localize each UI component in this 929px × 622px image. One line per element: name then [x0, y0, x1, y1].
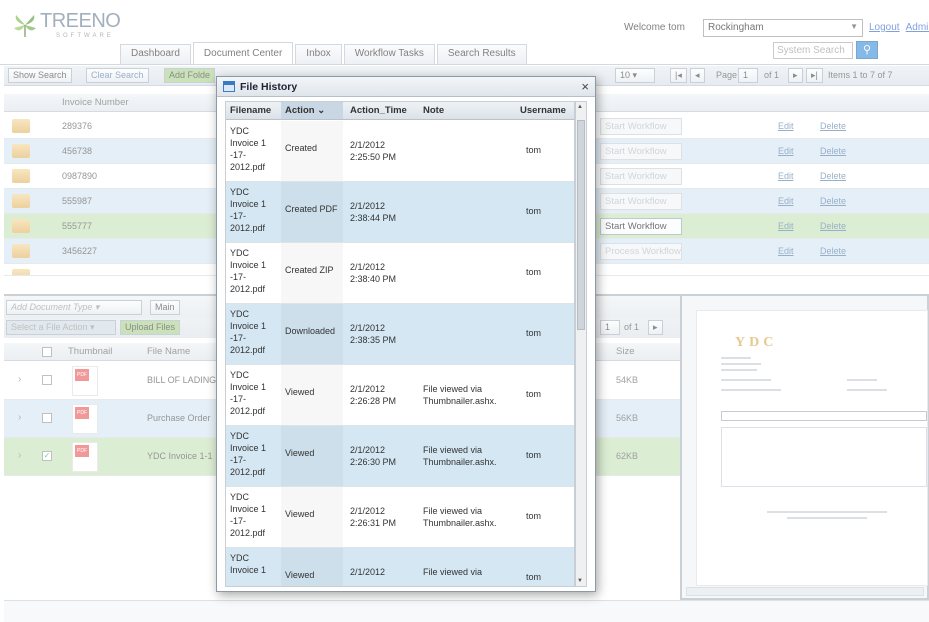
history-note-line1: File viewed via [423, 567, 483, 577]
history-filename: YDC Invoice 1 -17- 2012.pdf [230, 492, 267, 538]
history-row[interactable]: YDC Invoice 1 -17- 2012.pdf Created PDF 2/… [226, 182, 574, 243]
window-icon [223, 81, 235, 92]
note-header[interactable]: Note [423, 105, 444, 116]
history-action: Downloaded [281, 304, 343, 364]
history-date: 2/1/2012 [350, 323, 386, 333]
history-action: Created PDF [281, 182, 343, 242]
history-time: 2/1/2012 2:26:28 PM [350, 383, 396, 407]
history-clock: 2:26:30 PM [350, 457, 397, 467]
history-date: 2/1/2012 [350, 262, 386, 272]
history-row[interactable]: YDC Invoice 1 -17- 2012.pdf Created 2/1/20… [226, 121, 574, 182]
action-header-label: Action [285, 105, 315, 116]
history-row[interactable]: YDC Invoice 1 -17- 2012.pdf Viewed 2/1/201… [226, 426, 574, 487]
history-note-line2: Thumbnailer.ashx. [423, 457, 497, 467]
history-note-line1: File viewed via [423, 384, 483, 394]
history-note-line1: File viewed via [423, 445, 483, 455]
history-note: File viewed via Thumbnailer.ashx. [423, 383, 497, 407]
history-row[interactable]: YDC Invoice 1 -17- 2012.pdf Viewed 2/1/201… [226, 487, 574, 548]
history-username: tom [526, 511, 542, 521]
history-date: 2/1/2012 [350, 445, 386, 455]
username-header[interactable]: Username [520, 105, 566, 116]
history-time: 2/1/2012 2:26:31 PM [350, 505, 396, 529]
history-action: Created [281, 121, 343, 181]
history-table: Filename Action ⌄ Action_Time Note Usern… [225, 101, 575, 587]
history-time: 2/1/2012 2:25:50 PM [350, 139, 396, 163]
history-clock: 2:26:31 PM [350, 518, 397, 528]
action-time-header[interactable]: Action_Time [350, 105, 407, 116]
history-time: 2/1/2012 2:26:30 PM [350, 444, 396, 468]
history-action: Viewed [281, 548, 343, 586]
history-username: tom [526, 267, 542, 277]
history-note-line2: Thumbnailer.ashx. [423, 396, 497, 406]
history-action: Viewed [281, 365, 343, 425]
history-row[interactable]: YDC Invoice 1 Viewed 2/1/2012 File viewed v… [226, 548, 574, 586]
history-clock: 2:26:28 PM [350, 396, 397, 406]
history-filename: YDC Invoice 1 [230, 553, 267, 575]
scroll-thumb[interactable] [577, 120, 585, 330]
action-header[interactable]: Action ⌄ [281, 102, 343, 119]
history-row[interactable]: YDC Invoice 1 -17- 2012.pdf Downloaded 2/1… [226, 304, 574, 365]
history-scrollbar[interactable]: ▲ ▼ [575, 101, 587, 587]
file-history-dialog: File History × Filename Action ⌄ Action_… [216, 76, 596, 592]
close-icon[interactable]: × [581, 79, 589, 94]
history-date: 2/1/2012 [350, 567, 386, 577]
history-time: 2/1/2012 [350, 566, 385, 578]
history-clock: 2:38:44 PM [350, 213, 397, 223]
history-note-line2: Thumbnailer.ashx. [423, 518, 497, 528]
history-note: File viewed via Thumbnailer.ashx. [423, 444, 497, 468]
history-row[interactable]: YDC Invoice 1 -17- 2012.pdf Viewed 2/1/201… [226, 365, 574, 426]
history-filename: YDC Invoice 1 -17- 2012.pdf [230, 370, 267, 416]
history-username: tom [526, 328, 542, 338]
history-date: 2/1/2012 [350, 140, 386, 150]
history-username: tom [526, 206, 542, 216]
history-note: File viewed via [423, 566, 482, 578]
history-time: 2/1/2012 2:38:40 PM [350, 261, 396, 285]
scroll-down-icon[interactable]: ▼ [577, 578, 583, 584]
history-header: Filename Action ⌄ Action_Time Note Usern… [226, 102, 574, 120]
history-filename: YDC Invoice 1 -17- 2012.pdf [230, 126, 267, 172]
history-date: 2/1/2012 [350, 384, 386, 394]
history-time: 2/1/2012 2:38:44 PM [350, 200, 396, 224]
history-date: 2/1/2012 [350, 201, 386, 211]
history-clock: 2:25:50 PM [350, 152, 397, 162]
history-filename: YDC Invoice 1 -17- 2012.pdf [230, 309, 267, 355]
history-time: 2/1/2012 2:38:35 PM [350, 322, 396, 346]
history-note-line1: File viewed via [423, 506, 483, 516]
history-username: tom [526, 450, 542, 460]
history-note: File viewed via Thumbnailer.ashx. [423, 505, 497, 529]
history-filename: YDC Invoice 1 -17- 2012.pdf [230, 187, 267, 233]
history-username: tom [526, 389, 542, 399]
history-action: Viewed [281, 487, 343, 547]
history-filename: YDC Invoice 1 -17- 2012.pdf [230, 248, 267, 294]
filename-header[interactable]: Filename [230, 105, 271, 116]
history-action: Viewed [281, 426, 343, 486]
history-clock: 2:38:40 PM [350, 274, 397, 284]
history-username: tom [526, 145, 542, 155]
history-filename: YDC Invoice 1 -17- 2012.pdf [230, 431, 267, 477]
history-clock: 2:38:35 PM [350, 335, 397, 345]
dialog-title: File History [240, 81, 298, 93]
dialog-titlebar: File History × [217, 77, 595, 97]
history-row[interactable]: YDC Invoice 1 -17- 2012.pdf Created ZIP 2/… [226, 243, 574, 304]
history-username: tom [526, 572, 542, 582]
history-date: 2/1/2012 [350, 506, 386, 516]
history-action: Created ZIP [281, 243, 343, 303]
sort-desc-icon: ⌄ [317, 105, 326, 116]
scroll-up-icon[interactable]: ▲ [577, 104, 583, 110]
